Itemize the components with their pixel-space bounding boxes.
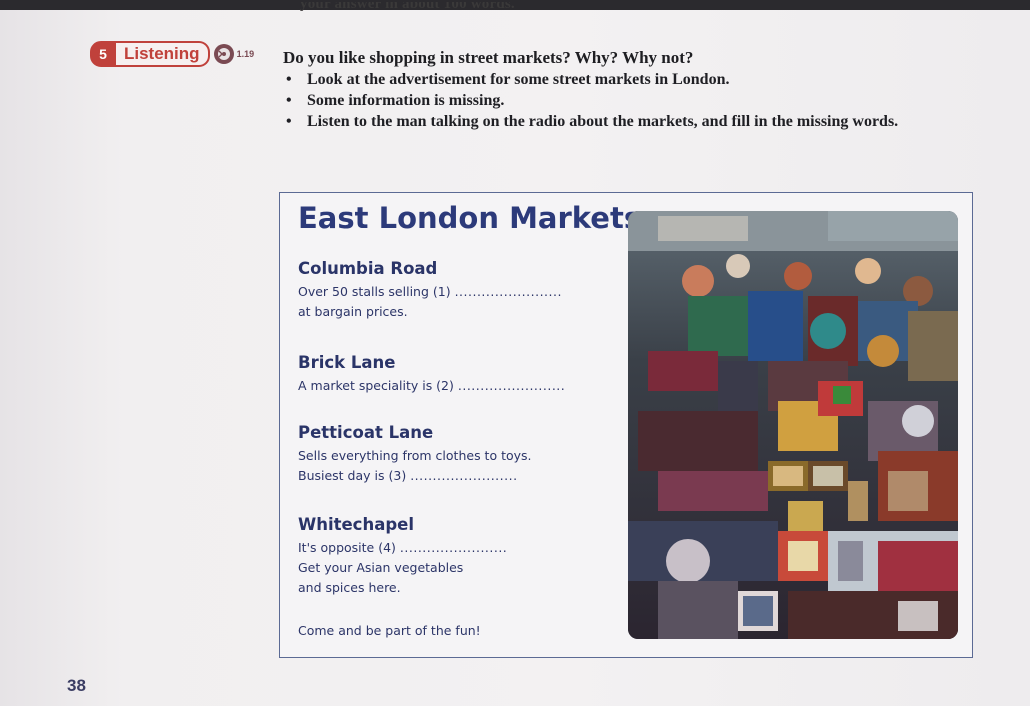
textbook-page: your answer in about 100 words. 5 Listen… — [0, 0, 1030, 706]
fill-in-blank: ........................ — [399, 540, 508, 555]
fill-in-blank: ........................ — [457, 378, 566, 393]
question: Do you like shopping in street markets? … — [283, 48, 694, 67]
market-text: Busiest day is (3) — [298, 468, 407, 483]
instruction-item: Listen to the man talking on the radio a… — [283, 112, 923, 132]
fill-in-blank: ........................ — [454, 284, 562, 299]
section-tag: 5 Listening 1.19 — [90, 41, 255, 67]
fill-in-blank: ........................ — [410, 468, 518, 483]
market-name: Columbia Road — [298, 259, 438, 278]
market-name: Brick Lane — [298, 353, 396, 372]
market-name: Petticoat Lane — [298, 423, 434, 442]
market-line: Over 50 stalls selling (1) .............… — [298, 282, 562, 302]
market-text: A market speciality is (2) — [298, 378, 454, 393]
market-whitechapel: Whitechapel It's opposite (4) ..........… — [298, 515, 507, 598]
advert-title: East London Markets — [298, 201, 642, 235]
section-label: Listening — [116, 41, 210, 67]
instruction-item: Look at the advertisement for some stree… — [283, 70, 923, 90]
market-advertisement: East London Markets Columbia Road Over 5… — [279, 192, 973, 658]
market-line: Busiest day is (3) .....................… — [298, 466, 532, 486]
market-petticoat-lane: Petticoat Lane Sells everything from clo… — [298, 423, 532, 486]
audio-cd-icon — [213, 44, 234, 64]
instruction-item: Some information is missing. — [283, 91, 923, 111]
market-text: It's opposite (4) — [298, 540, 396, 555]
top-edge — [0, 0, 1030, 10]
market-brick-lane: Brick Lane A market speciality is (2) ..… — [298, 353, 565, 396]
market-line: Sells everything from clothes to toys. — [298, 448, 532, 463]
market-photo — [628, 211, 958, 639]
market-line: A market speciality is (2) .............… — [298, 376, 565, 396]
market-text: Over 50 stalls selling (1) — [298, 284, 451, 299]
market-line: Get your Asian vegetables — [298, 560, 464, 575]
page-number: 38 — [67, 676, 86, 695]
instruction-list: Look at the advertisement for some stree… — [283, 70, 923, 133]
market-name: Whitechapel — [298, 515, 414, 534]
track-number: 1.19 — [236, 49, 255, 59]
section-number: 5 — [90, 41, 116, 67]
market-line: It's opposite (4) ......................… — [298, 538, 507, 558]
market-columbia-road: Columbia Road Over 50 stalls selling (1)… — [298, 259, 562, 322]
market-line: at bargain prices. — [298, 304, 408, 319]
market-line: and spices here. — [298, 580, 401, 595]
advert-footer: Come and be part of the fun! — [298, 623, 481, 638]
